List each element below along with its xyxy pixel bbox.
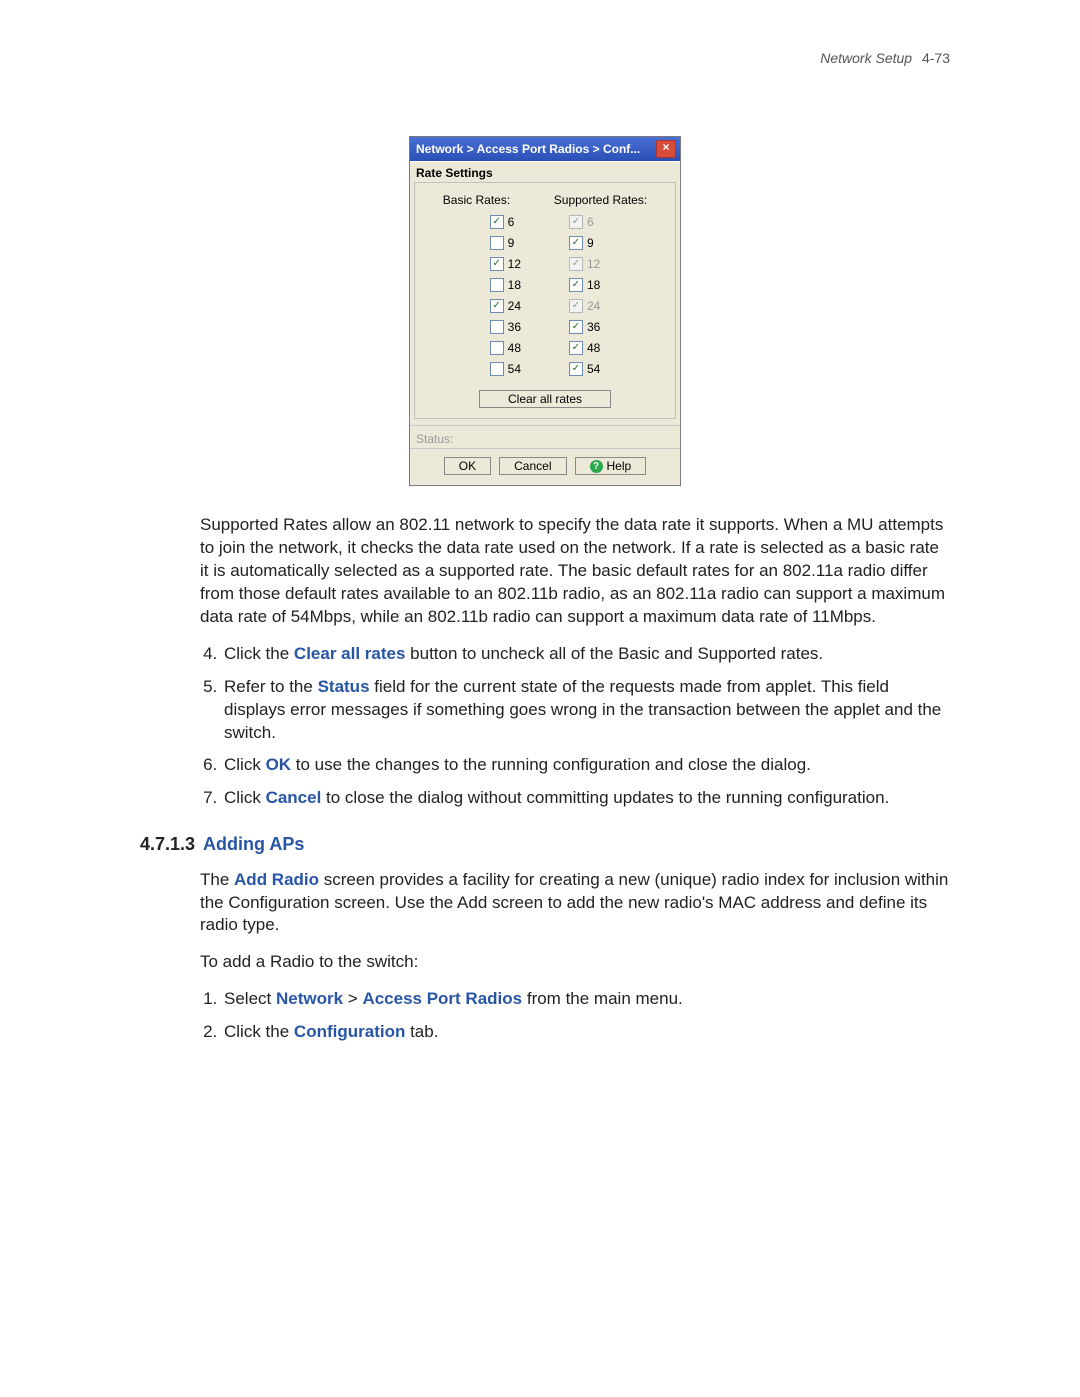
checkbox-icon[interactable] [490, 341, 504, 355]
checkbox-icon[interactable] [569, 278, 583, 292]
basic-rate-48[interactable]: 48 [490, 341, 521, 355]
ok-term: OK [266, 755, 292, 774]
rate-label: 6 [508, 215, 515, 229]
section-title: Adding APs [203, 834, 304, 854]
section-name: Network Setup [820, 50, 912, 66]
basic-rate-6[interactable]: 6 [490, 215, 515, 229]
supported-rate-12: 12 [569, 257, 600, 271]
supported-rate-6: 6 [569, 215, 594, 229]
basic-rate-12[interactable]: 12 [490, 257, 521, 271]
rate-label: 24 [508, 299, 521, 313]
supported-rates-column: 6 9 12 18 24 36 48 54 [569, 215, 600, 376]
status-label: Status: [410, 425, 680, 448]
rate-label: 24 [587, 299, 600, 313]
cancel-button[interactable]: Cancel [499, 457, 566, 475]
rate-label: 9 [508, 236, 515, 250]
ok-button[interactable]: OK [444, 457, 491, 475]
rate-label: 48 [508, 341, 521, 355]
basic-rate-9[interactable]: 9 [490, 236, 515, 250]
clear-all-rates-button[interactable]: Clear all rates [479, 390, 611, 408]
add-lead-text: To add a Radio to the switch: [200, 951, 950, 974]
rate-label: 36 [508, 320, 521, 334]
help-icon: ? [590, 460, 603, 473]
add-steps-list: Select Network > Access Port Radios from… [200, 988, 950, 1044]
checkbox-icon[interactable] [569, 362, 583, 376]
checkbox-icon[interactable] [490, 257, 504, 271]
add-step-2: Click the Configuration tab. [222, 1021, 950, 1044]
access-port-radios-term: Access Port Radios [362, 989, 522, 1008]
checkbox-icon [569, 299, 583, 313]
add-radio-term: Add Radio [234, 870, 319, 889]
checkbox-icon[interactable] [490, 278, 504, 292]
help-button[interactable]: ? Help [575, 457, 647, 475]
configuration-term: Configuration [294, 1022, 405, 1041]
step-5: Refer to the Status field for the curren… [222, 676, 950, 745]
rate-label: 18 [508, 278, 521, 292]
step-7: Click Cancel to close the dialog without… [222, 787, 950, 810]
page-number: 4-73 [922, 50, 950, 66]
supported-rate-48[interactable]: 48 [569, 341, 600, 355]
basic-rate-18[interactable]: 18 [490, 278, 521, 292]
checkbox-icon [569, 215, 583, 229]
supported-rates-header: Supported Rates: [554, 193, 647, 207]
rate-label: 9 [587, 236, 594, 250]
rate-label: 36 [587, 320, 600, 334]
close-icon[interactable]: × [656, 140, 676, 158]
supported-rate-18[interactable]: 18 [569, 278, 600, 292]
add-radio-paragraph: The Add Radio screen provides a facility… [200, 869, 950, 938]
rate-label: 12 [508, 257, 521, 271]
basic-rate-24[interactable]: 24 [490, 299, 521, 313]
checkbox-icon [569, 257, 583, 271]
checkbox-icon[interactable] [490, 215, 504, 229]
rate-label: 48 [587, 341, 600, 355]
panel-title: Rate Settings [410, 161, 680, 182]
status-term: Status [318, 677, 370, 696]
checkbox-icon[interactable] [490, 299, 504, 313]
checkbox-icon[interactable] [490, 362, 504, 376]
rate-label: 54 [587, 362, 600, 376]
section-number: 4.7.1.3 [140, 834, 195, 854]
cancel-term: Cancel [266, 788, 322, 807]
rate-label: 18 [587, 278, 600, 292]
checkbox-icon[interactable] [490, 236, 504, 250]
checkbox-icon[interactable] [569, 236, 583, 250]
rate-settings-dialog: Network > Access Port Radios > Conf... ×… [409, 136, 681, 486]
clear-all-rates-term: Clear all rates [294, 644, 406, 663]
dialog-button-row: OK Cancel ? Help [410, 448, 680, 485]
page-header: Network Setup 4-73 [140, 50, 950, 66]
dialog-titlebar: Network > Access Port Radios > Conf... × [410, 137, 680, 161]
rate-label: 54 [508, 362, 521, 376]
checkbox-icon[interactable] [490, 320, 504, 334]
supported-rates-paragraph: Supported Rates allow an 802.11 network … [200, 514, 950, 629]
basic-rates-header: Basic Rates: [443, 193, 510, 207]
supported-rate-54[interactable]: 54 [569, 362, 600, 376]
rate-label: 6 [587, 215, 594, 229]
help-label: Help [607, 459, 632, 473]
step-4: Click the Clear all rates button to unch… [222, 643, 950, 666]
checkbox-icon[interactable] [569, 341, 583, 355]
section-heading: 4.7.1.3 Adding APs [140, 832, 950, 856]
step-6: Click OK to use the changes to the runni… [222, 754, 950, 777]
basic-rates-column: 6 9 12 18 24 36 48 54 [490, 215, 521, 376]
steps-list-continued: Click the Clear all rates button to unch… [200, 643, 950, 811]
rate-label: 12 [587, 257, 600, 271]
supported-rate-24: 24 [569, 299, 600, 313]
basic-rate-36[interactable]: 36 [490, 320, 521, 334]
network-term: Network [276, 989, 343, 1008]
dialog-title: Network > Access Port Radios > Conf... [416, 142, 640, 156]
add-step-1: Select Network > Access Port Radios from… [222, 988, 950, 1011]
basic-rate-54[interactable]: 54 [490, 362, 521, 376]
supported-rate-36[interactable]: 36 [569, 320, 600, 334]
rate-panel: Basic Rates: Supported Rates: 6 9 12 18 24 36… [414, 182, 676, 419]
supported-rate-9[interactable]: 9 [569, 236, 594, 250]
checkbox-icon[interactable] [569, 320, 583, 334]
